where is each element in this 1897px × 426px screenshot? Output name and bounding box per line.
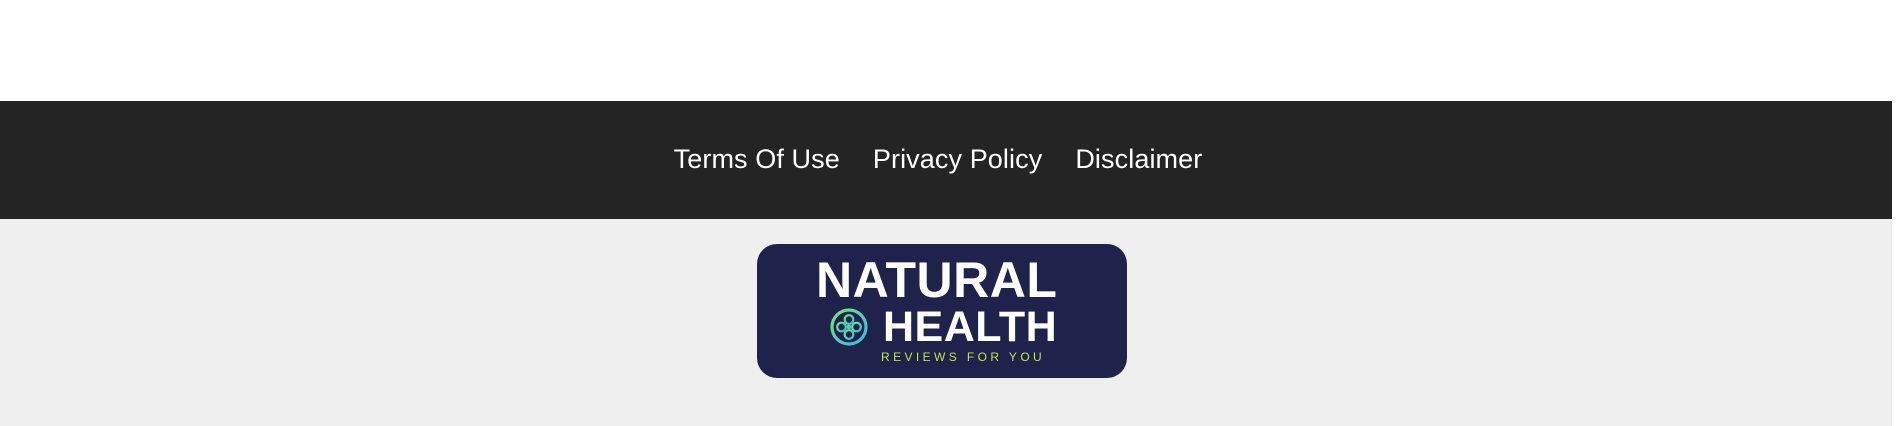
logo-tagline: REVIEWS FOR YOU (881, 350, 1046, 364)
footer-navigation: Terms Of Use Privacy Policy Disclaimer (0, 101, 1892, 219)
page-content-area (0, 0, 1892, 101)
site-logo[interactable]: NATURAL HEALTH REVIEWS FOR YOU (757, 244, 1127, 378)
privacy-policy-link[interactable]: Privacy Policy (873, 144, 1042, 175)
disclaimer-link[interactable]: Disclaimer (1075, 144, 1202, 175)
page-edge (1892, 0, 1897, 426)
logo-title-health: HEALTH (883, 303, 1058, 351)
terms-of-use-link[interactable]: Terms Of Use (674, 144, 840, 175)
medical-cross-circle-icon (830, 308, 868, 346)
